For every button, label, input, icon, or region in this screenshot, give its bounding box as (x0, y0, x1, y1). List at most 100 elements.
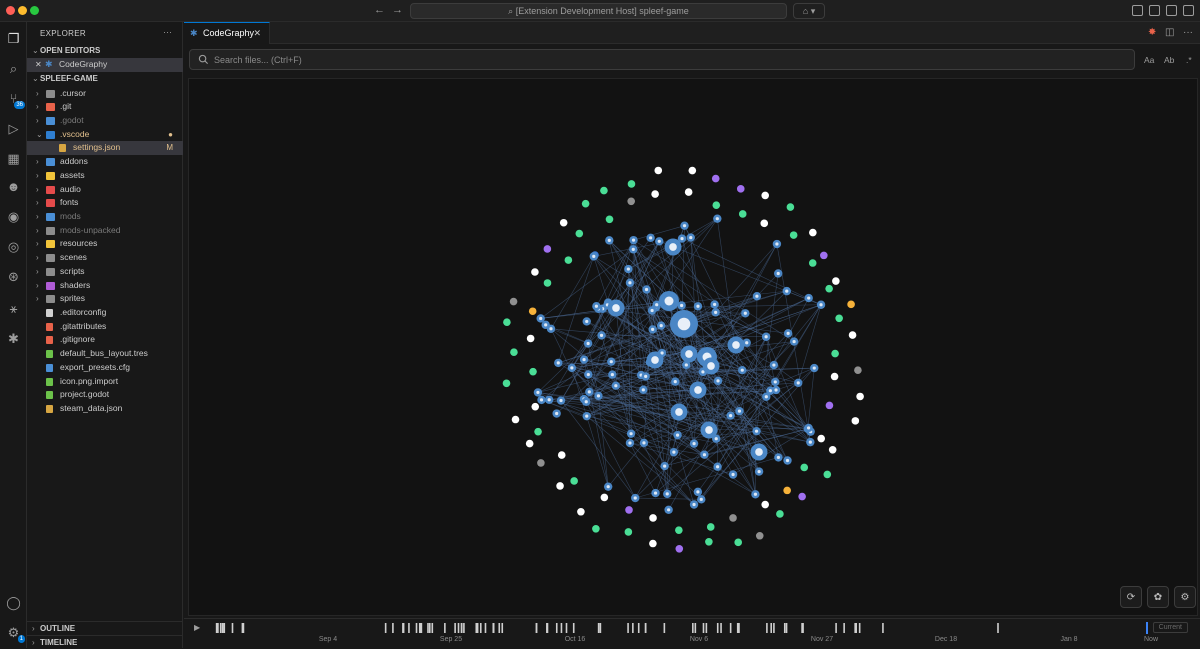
graph-node-glyph[interactable] (809, 441, 812, 444)
graph-hub-glyph[interactable] (755, 448, 763, 456)
graph-node-glyph[interactable] (628, 281, 631, 284)
graph-hub-glyph[interactable] (675, 408, 683, 416)
file-item[interactable]: icon.png.import (27, 375, 183, 389)
graph-node-glyph[interactable] (745, 341, 748, 344)
graph-node-glyph[interactable] (650, 309, 653, 312)
commit-tick[interactable] (566, 623, 568, 633)
github-icon[interactable]: ◉ (5, 208, 22, 225)
graph-node[interactable] (790, 231, 798, 239)
graph-node-glyph[interactable] (549, 327, 552, 330)
godot-icon[interactable]: ☻ (5, 178, 22, 195)
graph-node-glyph[interactable] (676, 434, 679, 437)
graph-node-glyph[interactable] (689, 236, 692, 239)
commit-tick[interactable] (458, 623, 460, 633)
graph-node[interactable] (558, 451, 566, 459)
graph-node[interactable] (510, 298, 518, 306)
graph-node-glyph[interactable] (658, 240, 661, 243)
graph-node-glyph[interactable] (544, 323, 547, 326)
commit-tick[interactable] (429, 623, 431, 633)
file-item[interactable]: steam_data.json (27, 402, 183, 416)
graph-node-glyph[interactable] (649, 236, 652, 239)
commit-tick[interactable] (485, 623, 487, 633)
graph-settings-button[interactable]: ⚙ (1174, 586, 1196, 608)
graph-node[interactable] (576, 230, 584, 238)
graph-node-glyph[interactable] (585, 400, 588, 403)
graph-hub-glyph[interactable] (678, 318, 691, 331)
commit-tick[interactable] (454, 623, 456, 633)
commit-tick[interactable] (385, 623, 387, 633)
commit-tick[interactable] (738, 623, 740, 633)
commit-tick[interactable] (427, 623, 429, 633)
graph-node-glyph[interactable] (632, 248, 635, 251)
commit-tick[interactable] (882, 623, 884, 633)
graph-node[interactable] (560, 219, 568, 227)
graph-node-glyph[interactable] (655, 303, 658, 306)
graph-node-glyph[interactable] (592, 255, 595, 258)
graph-node-glyph[interactable] (644, 375, 647, 378)
commit-tick[interactable] (730, 623, 732, 633)
graph-node-glyph[interactable] (772, 363, 775, 366)
graph-node-glyph[interactable] (777, 456, 780, 459)
graph-node[interactable] (756, 532, 764, 540)
graph-node[interactable] (529, 307, 537, 315)
commit-tick[interactable] (463, 623, 465, 633)
graph-node[interactable] (809, 259, 817, 267)
graph-node-glyph[interactable] (680, 237, 683, 240)
graph-node[interactable] (625, 528, 633, 536)
graph-node-glyph[interactable] (672, 451, 675, 454)
commit-tick[interactable] (223, 623, 225, 633)
graph-node-glyph[interactable] (793, 340, 796, 343)
graph-node[interactable] (832, 277, 840, 285)
minimize-window-button[interactable] (18, 6, 27, 15)
graph-node-glyph[interactable] (731, 473, 734, 476)
graph-node[interactable] (737, 185, 745, 193)
toggle-sidebar-icon[interactable] (1149, 5, 1160, 16)
commit-tick[interactable] (421, 623, 423, 633)
graph-node-glyph[interactable] (587, 342, 590, 345)
graph-node-glyph[interactable] (757, 470, 760, 473)
commit-tick[interactable] (561, 623, 563, 633)
graph-node-glyph[interactable] (660, 324, 663, 327)
folder-item[interactable]: ›addons (27, 155, 183, 169)
commit-tick[interactable] (493, 623, 495, 633)
graph-node[interactable] (544, 245, 552, 253)
folder-item[interactable]: ›mods-unpacked (27, 224, 183, 238)
graph-node[interactable] (654, 167, 662, 175)
graph-node-glyph[interactable] (769, 389, 772, 392)
folder-item[interactable]: ›assets (27, 169, 183, 183)
graph-node[interactable] (712, 175, 720, 183)
graph-node[interactable] (817, 435, 825, 443)
commit-tick[interactable] (419, 623, 421, 633)
more-actions-icon[interactable]: ··· (1183, 27, 1193, 38)
graph-node[interactable] (675, 526, 683, 534)
commit-tick[interactable] (600, 623, 602, 633)
graph-node[interactable] (831, 350, 839, 358)
graph-node[interactable] (712, 201, 720, 209)
commit-tick[interactable] (802, 623, 804, 633)
search-files-input[interactable] (214, 52, 1114, 67)
physics-toggle-button[interactable]: ✿ (1147, 586, 1169, 608)
graph-node-glyph[interactable] (714, 311, 717, 314)
file-item[interactable]: settings.jsonM (27, 141, 183, 155)
graph-hub-glyph[interactable] (685, 350, 693, 358)
close-icon[interactable]: ✕ (35, 58, 42, 72)
commit-tick[interactable] (773, 623, 775, 633)
folder-item[interactable]: ›fonts (27, 196, 183, 210)
graph-node-glyph[interactable] (683, 224, 686, 227)
graph-node[interactable] (729, 514, 737, 522)
folder-item[interactable]: ›sprites (27, 292, 183, 306)
graph-node[interactable] (600, 187, 608, 195)
graph-node[interactable] (849, 331, 857, 339)
graph-node[interactable] (529, 368, 537, 376)
commit-tick[interactable] (598, 623, 600, 633)
graph-node-glyph[interactable] (607, 485, 610, 488)
commit-tick[interactable] (695, 623, 697, 633)
graph-node[interactable] (531, 403, 539, 411)
graph-node[interactable] (627, 197, 635, 205)
current-button[interactable]: Current (1153, 622, 1188, 633)
layout-panel-icon[interactable] (1132, 5, 1143, 16)
graph-node-glyph[interactable] (685, 363, 688, 366)
extensions-icon[interactable]: ▦ (5, 150, 22, 167)
commit-tick[interactable] (997, 623, 999, 633)
graph-node[interactable] (835, 314, 843, 322)
